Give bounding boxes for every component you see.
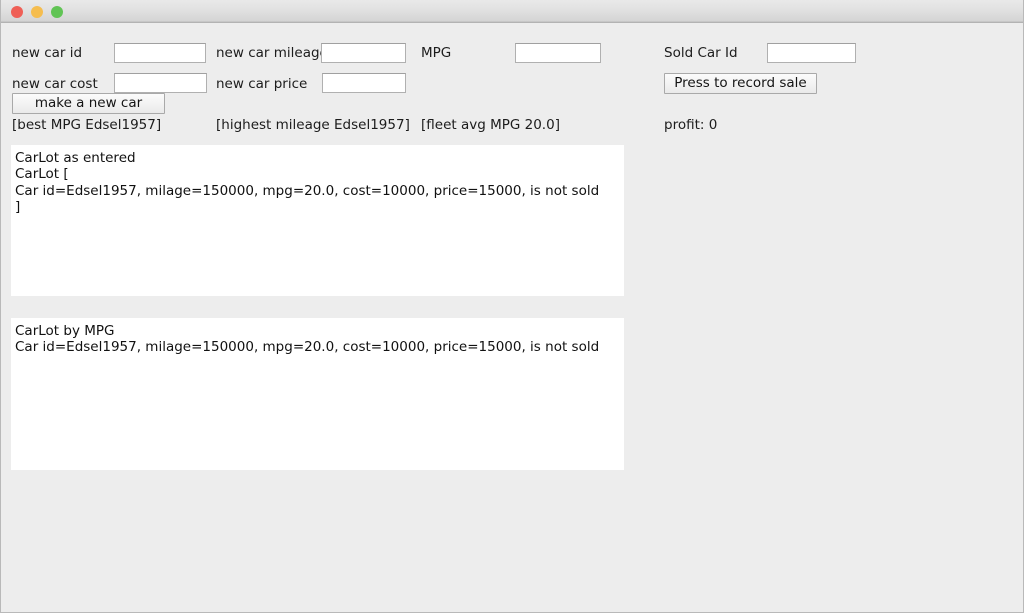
- new-car-id-input[interactable]: [114, 43, 206, 63]
- minimize-button-icon[interactable]: [31, 6, 43, 18]
- window-titlebar: [1, 0, 1023, 23]
- window-controls: [11, 6, 63, 18]
- new-car-price-input[interactable]: [322, 73, 406, 93]
- sold-car-id-label: Sold Car Id: [664, 45, 738, 61]
- app-window: new car id new car mileage MPG Sold Car …: [0, 0, 1024, 613]
- new-car-id-label: new car id: [12, 45, 83, 61]
- new-car-price-label: new car price: [216, 76, 308, 92]
- make-new-car-button[interactable]: make a new car: [12, 93, 165, 114]
- record-sale-button[interactable]: Press to record sale: [664, 73, 817, 94]
- new-car-cost-label: new car cost: [12, 76, 98, 92]
- highest-mileage-status: [highest mileage Edsel1957]: [216, 117, 410, 133]
- best-mpg-status: [best MPG Edsel1957]: [12, 117, 162, 133]
- mpg-input[interactable]: [515, 43, 601, 63]
- mpg-label: MPG: [421, 45, 452, 61]
- new-car-mileage-input[interactable]: [321, 43, 406, 63]
- new-car-mileage-label: new car mileage: [216, 45, 328, 61]
- maximize-button-icon[interactable]: [51, 6, 63, 18]
- app-content: new car id new car mileage MPG Sold Car …: [1, 24, 1023, 612]
- profit-status: profit: 0: [664, 117, 718, 133]
- carlot-by-mpg-output[interactable]: CarLot by MPG Car id=Edsel1957, milage=1…: [11, 318, 624, 470]
- carlot-as-entered-output[interactable]: CarLot as entered CarLot [ Car id=Edsel1…: [11, 145, 624, 296]
- sold-car-id-input[interactable]: [767, 43, 856, 63]
- close-button-icon[interactable]: [11, 6, 23, 18]
- new-car-cost-input[interactable]: [114, 73, 207, 93]
- fleet-avg-mpg-status: [fleet avg MPG 20.0]: [421, 117, 560, 133]
